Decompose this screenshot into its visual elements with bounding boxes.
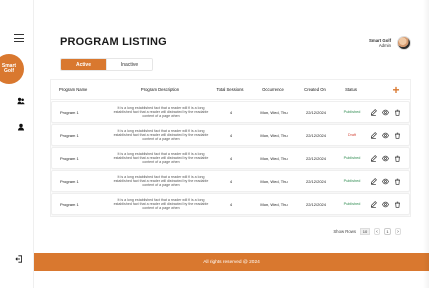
rows-per-page-value: 10	[362, 229, 368, 234]
edit-icon[interactable]	[370, 131, 377, 139]
program-name: Program 1	[60, 178, 79, 184]
row-actions	[370, 200, 401, 208]
hamburger-icon[interactable]	[14, 34, 24, 42]
brand-logo: Smart Golf	[0, 54, 24, 84]
table-row: Program 1 It is a long established fact …	[51, 193, 410, 215]
footer-text: All rights reserved @ 2024	[203, 259, 260, 265]
next-page-button[interactable]: ›	[395, 228, 401, 235]
program-description: It is a long established fact that a rea…	[113, 105, 209, 119]
trash-icon[interactable]	[394, 178, 401, 185]
chevron-right-icon: ›	[397, 228, 399, 235]
trash-icon[interactable]	[394, 155, 401, 162]
status-tabs: Active Inactive	[60, 58, 153, 71]
col-total-sessions: Total Sessions	[216, 87, 244, 92]
profile-icon[interactable]	[17, 118, 25, 131]
col-created-on: Created On	[304, 87, 326, 92]
tab-active[interactable]: Active	[61, 59, 107, 70]
user-profile[interactable]: Smart Golf Admin	[369, 36, 411, 50]
user-role: Admin	[378, 43, 391, 48]
edit-icon[interactable]	[370, 154, 377, 162]
occurrence: Mon, Wed, Thu	[260, 132, 288, 138]
program-description: It is a long established fact that a rea…	[113, 197, 209, 211]
status-badge: Published	[343, 202, 361, 206]
tab-inactive[interactable]: Inactive	[107, 59, 152, 70]
program-name: Program 1	[60, 155, 79, 161]
total-sessions: 4	[229, 178, 233, 184]
col-program-description: Program Description	[140, 87, 180, 92]
row-actions	[370, 177, 401, 185]
main-content: PROGRAM LISTING Smart Golf Admin Active …	[34, 0, 429, 288]
occurrence: Mon, Wed, Thu	[260, 201, 288, 207]
status-badge: Published	[343, 110, 361, 114]
eye-icon[interactable]	[382, 109, 389, 116]
table-row: Program 1 It is a long established fact …	[51, 124, 410, 146]
created-on: 22/12/2024	[305, 155, 327, 161]
app-frame: Smart Golf PROGRAM LISTING Smart Golf Ad…	[0, 0, 429, 288]
status-badge: Published	[343, 156, 361, 160]
table-row: Program 1 It is a long established fact …	[51, 101, 410, 123]
program-name: Program 1	[60, 109, 79, 115]
avatar[interactable]	[397, 36, 411, 50]
program-name: Program 1	[60, 132, 79, 138]
edit-icon[interactable]	[370, 200, 377, 208]
row-actions	[370, 108, 401, 116]
status-badge: Draft	[347, 133, 357, 137]
occurrence: Mon, Wed, Thu	[260, 109, 288, 115]
col-program-name: Program Name	[59, 87, 88, 92]
sidebar: Smart Golf	[0, 0, 34, 288]
program-table: Program Name Program Description Total S…	[50, 79, 411, 217]
row-actions	[370, 131, 401, 139]
plus-icon: +	[392, 82, 400, 97]
pagination: Show Rows 10 ‹ 1 ›	[333, 228, 401, 235]
eye-icon[interactable]	[382, 132, 389, 139]
program-description: It is a long established fact that a rea…	[113, 151, 209, 165]
created-on: 22/12/2024	[305, 132, 327, 138]
program-description: It is a long established fact that a rea…	[113, 174, 209, 188]
program-description: It is a long established fact that a rea…	[113, 128, 209, 142]
footer: All rights reserved @ 2024	[34, 253, 429, 271]
edit-icon[interactable]	[370, 177, 377, 185]
page-edge	[423, 0, 429, 288]
user-meta: Smart Golf Admin	[369, 38, 391, 48]
table-row: Program 1 It is a long established fact …	[51, 170, 410, 192]
table-header: Program Name Program Description Total S…	[51, 80, 410, 100]
users-icon[interactable]	[17, 92, 25, 105]
total-sessions: 4	[229, 109, 233, 115]
col-occurrence: Occurrence	[262, 87, 284, 92]
eye-icon[interactable]	[382, 201, 389, 208]
edit-icon[interactable]	[370, 108, 377, 116]
occurrence: Mon, Wed, Thu	[260, 155, 288, 161]
rows-per-page-select[interactable]: 10	[360, 228, 370, 235]
brand-logo-text: Smart Golf	[1, 62, 17, 74]
add-program-button[interactable]: +	[390, 82, 402, 97]
logout-icon[interactable]	[15, 250, 25, 263]
table-row: Program 1 It is a long established fact …	[51, 147, 410, 169]
prev-page-button[interactable]: ‹	[374, 228, 380, 235]
eye-icon[interactable]	[382, 155, 389, 162]
page-number[interactable]: 1	[384, 228, 391, 235]
trash-icon[interactable]	[394, 201, 401, 208]
status-badge: Published	[343, 179, 361, 183]
program-name: Program 1	[60, 201, 79, 207]
eye-icon[interactable]	[382, 178, 389, 185]
total-sessions: 4	[229, 155, 233, 161]
page-title: PROGRAM LISTING	[60, 36, 167, 48]
row-actions	[370, 154, 401, 162]
total-sessions: 4	[229, 132, 233, 138]
created-on: 22/12/2024	[305, 201, 327, 207]
page-number-text: 1	[386, 229, 389, 234]
created-on: 22/12/2024	[305, 178, 327, 184]
trash-icon[interactable]	[394, 109, 401, 116]
rows-label: Show Rows	[333, 229, 356, 234]
col-status: Status	[345, 87, 357, 92]
total-sessions: 4	[229, 201, 233, 207]
chevron-left-icon: ‹	[376, 228, 378, 235]
created-on: 22/12/2024	[305, 109, 327, 115]
trash-icon[interactable]	[394, 132, 401, 139]
occurrence: Mon, Wed, Thu	[260, 178, 288, 184]
